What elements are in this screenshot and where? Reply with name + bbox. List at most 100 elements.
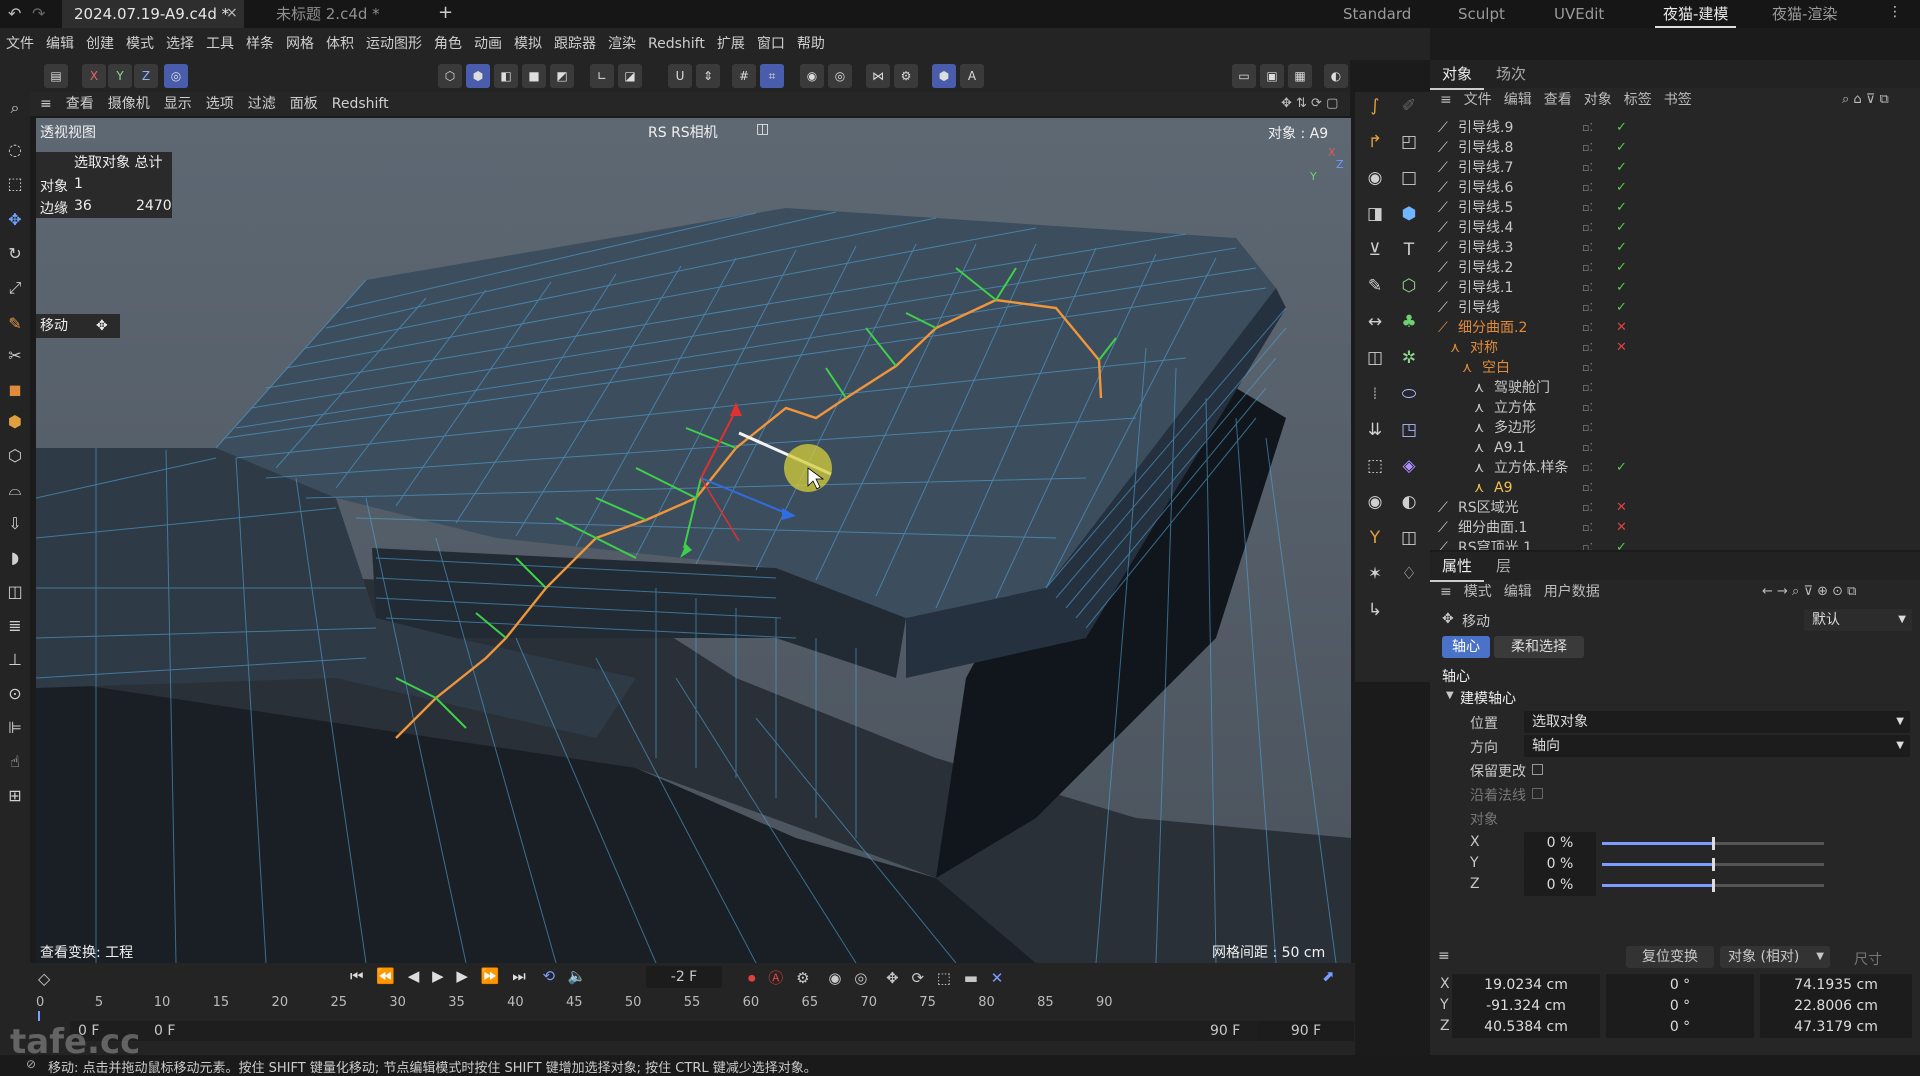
knife-icon[interactable]: ✂ xyxy=(3,344,27,368)
layout-tab-sculpt[interactable]: Sculpt xyxy=(1458,0,1505,28)
joint-icon[interactable]: Y xyxy=(1361,524,1389,552)
enabled-check-icon[interactable]: ✓ xyxy=(1616,298,1627,318)
object-mode-icon[interactable]: ■ xyxy=(522,64,546,88)
render-active-icon[interactable]: ▣ xyxy=(1260,64,1284,88)
object-row[interactable]: ⟋ 引导线.1 ▫⁚ ✓ xyxy=(1430,278,1920,298)
cloner-icon[interactable]: ♣ xyxy=(1395,308,1423,336)
layout-tab-modeling[interactable]: 夜猫-建模 xyxy=(1655,0,1737,28)
visibility-dots-icon[interactable]: ▫⁚ xyxy=(1582,118,1600,138)
bridge-icon[interactable]: ⌓ xyxy=(3,478,27,502)
visibility-icon[interactable]: ◉ xyxy=(1361,488,1389,516)
extrude-icon[interactable]: ⬡ xyxy=(3,444,27,468)
close-tab-icon[interactable]: × xyxy=(226,5,238,21)
menu-mesh[interactable]: 网格 xyxy=(280,28,320,60)
text-icon[interactable]: T xyxy=(1395,236,1423,264)
coord-rotation-field[interactable]: 0 ° xyxy=(1606,1016,1754,1038)
cylinder-icon[interactable]: ◨ xyxy=(1361,200,1389,228)
visibility-dots-icon[interactable]: ▫⁚ xyxy=(1582,498,1600,518)
enabled-check-icon[interactable]: ✓ xyxy=(1616,238,1627,258)
viewport-menu-cameras[interactable]: 摄像机 xyxy=(101,92,157,116)
prev-frame-icon[interactable]: ◀ xyxy=(408,967,420,985)
rotate-icon[interactable]: ↻ xyxy=(3,242,27,266)
layout-tab-uvedit[interactable]: UVEdit xyxy=(1554,0,1604,28)
key-param-icon[interactable]: ⟳ xyxy=(911,969,924,987)
visibility-dots-icon[interactable]: ▫⁚ xyxy=(1582,258,1600,278)
menu-file[interactable]: 文件 xyxy=(0,28,40,60)
menu-volume[interactable]: 体积 xyxy=(320,28,360,60)
menu-mode[interactable]: 模式 xyxy=(120,28,160,60)
menu-select[interactable]: 选择 xyxy=(160,28,200,60)
layout-icon[interactable]: ▤ xyxy=(44,64,68,88)
workplane-icon[interactable]: ◉ xyxy=(800,64,824,88)
import-icon[interactable]: ⇊ xyxy=(1361,416,1389,444)
camera-target-icon[interactable]: ⊙ xyxy=(3,682,27,706)
more-icon[interactable]: ⋮ xyxy=(1888,4,1902,20)
render-view-icon[interactable]: ⬢ xyxy=(932,64,956,88)
enabled-check-icon[interactable]: ✓ xyxy=(1616,458,1627,478)
search-icon[interactable]: ⌕ xyxy=(3,96,27,120)
menu-extensions[interactable]: 扩展 xyxy=(711,28,751,60)
object-menu-icon[interactable]: ≡ xyxy=(1430,88,1458,112)
subtab-soft-selection[interactable]: 柔和选择 xyxy=(1494,636,1584,658)
next-frame-icon[interactable]: ▶ xyxy=(456,967,468,985)
visibility-dots-icon[interactable]: ▫⁚ xyxy=(1582,438,1600,458)
play-icon[interactable]: ▶ xyxy=(432,967,444,985)
visibility-dots-icon[interactable]: ▫⁚ xyxy=(1582,538,1600,550)
viewport-menu-options[interactable]: 选项 xyxy=(199,92,241,116)
object-row[interactable]: ⟋ 引导线.4 ▫⁚ ✓ xyxy=(1430,218,1920,238)
layers-icon[interactable]: ≣ xyxy=(3,614,27,638)
enabled-check-icon[interactable]: ✓ xyxy=(1616,158,1627,178)
enabled-check-icon[interactable]: ✓ xyxy=(1616,118,1627,138)
key-rotation-icon[interactable]: ◎ xyxy=(854,969,867,987)
visibility-dots-icon[interactable]: ▫⁚ xyxy=(1582,358,1600,378)
coord-position-field[interactable]: 19.0234 cm xyxy=(1452,974,1600,996)
axis-y-toggle[interactable]: Y xyxy=(108,64,132,88)
attribute-menu-mode[interactable]: 模式 xyxy=(1458,580,1498,604)
move-icon[interactable]: ✥ xyxy=(3,208,27,232)
axis-value-field[interactable]: 0 % xyxy=(1524,853,1596,875)
viewport-menu-view[interactable]: 查看 xyxy=(59,92,101,116)
prev-key-icon[interactable]: ⏪ xyxy=(376,967,395,985)
object-menu-object[interactable]: 对象 xyxy=(1578,88,1618,112)
subdivision-icon[interactable]: ⬡ xyxy=(1395,272,1423,300)
loop-cut-icon[interactable]: ◫ xyxy=(3,580,27,604)
keep-changes-checkbox[interactable] xyxy=(1532,764,1543,775)
tab-attributes[interactable]: 属性 xyxy=(1430,552,1485,582)
active-camera[interactable]: RS RS相机 xyxy=(648,122,718,142)
enabled-check-icon[interactable]: ✓ xyxy=(1616,258,1627,278)
scale-icon[interactable]: ⤢ xyxy=(3,276,27,300)
coord-mode-select[interactable]: 对象 (相对) ▼ xyxy=(1720,946,1830,968)
go-to-end-icon[interactable]: ⏭ xyxy=(512,967,526,985)
floor-icon[interactable]: ⊻ xyxy=(1361,236,1389,264)
enabled-check-icon[interactable]: ✓ xyxy=(1616,178,1627,198)
render-region-icon[interactable]: ▭ xyxy=(1232,64,1256,88)
redshift-icon[interactable]: ◐ xyxy=(1324,64,1348,88)
grid-array-icon[interactable]: ⁞ xyxy=(1361,380,1389,408)
brush-icon[interactable]: ✎ xyxy=(1361,272,1389,300)
object-menu-view[interactable]: 查看 xyxy=(1538,88,1578,112)
viewport-nav-icons[interactable]: ✥ ⇅ ⟳ ▢ xyxy=(1274,92,1345,116)
texture-mode-icon[interactable]: ◩ xyxy=(550,64,574,88)
menu-simulate[interactable]: 模拟 xyxy=(508,28,548,60)
visibility-dots-icon[interactable]: ▫⁚ xyxy=(1582,458,1600,478)
select-region-icon[interactable]: ⬚ xyxy=(1361,452,1389,480)
document-tab[interactable]: 未标题 2.c4d * xyxy=(264,0,424,28)
bend-icon[interactable]: ◳ xyxy=(1395,416,1423,444)
menu-mograph[interactable]: 运动图形 xyxy=(360,28,428,60)
pen-disabled-icon[interactable]: ✐ xyxy=(1395,92,1423,120)
environment-icon[interactable]: ◐ xyxy=(1395,488,1423,516)
axis-slider[interactable] xyxy=(1602,858,1824,871)
coord-size-field[interactable]: 22.8006 cm xyxy=(1760,995,1912,1017)
document-tab-active[interactable]: 2024.07.19-A9.c4d * xyxy=(62,0,244,28)
coord-size-field[interactable]: 47.3179 cm xyxy=(1760,1016,1912,1038)
object-row[interactable]: ⟋ 细分曲面.2 ▫⁚ ✕ xyxy=(1430,318,1920,338)
loop-icon[interactable]: ⟲ xyxy=(543,967,556,985)
visibility-dots-icon[interactable]: ▫⁚ xyxy=(1582,378,1600,398)
menu-help[interactable]: 帮助 xyxy=(791,28,831,60)
disabled-cross-icon[interactable]: ✕ xyxy=(1616,338,1627,358)
axis-slider[interactable] xyxy=(1602,837,1824,850)
along-normal-checkbox[interactable] xyxy=(1532,788,1543,799)
object-menu-file[interactable]: 文件 xyxy=(1458,88,1498,112)
sketch-icon[interactable]: ↱ xyxy=(1361,128,1389,156)
menu-create[interactable]: 创建 xyxy=(80,28,120,60)
